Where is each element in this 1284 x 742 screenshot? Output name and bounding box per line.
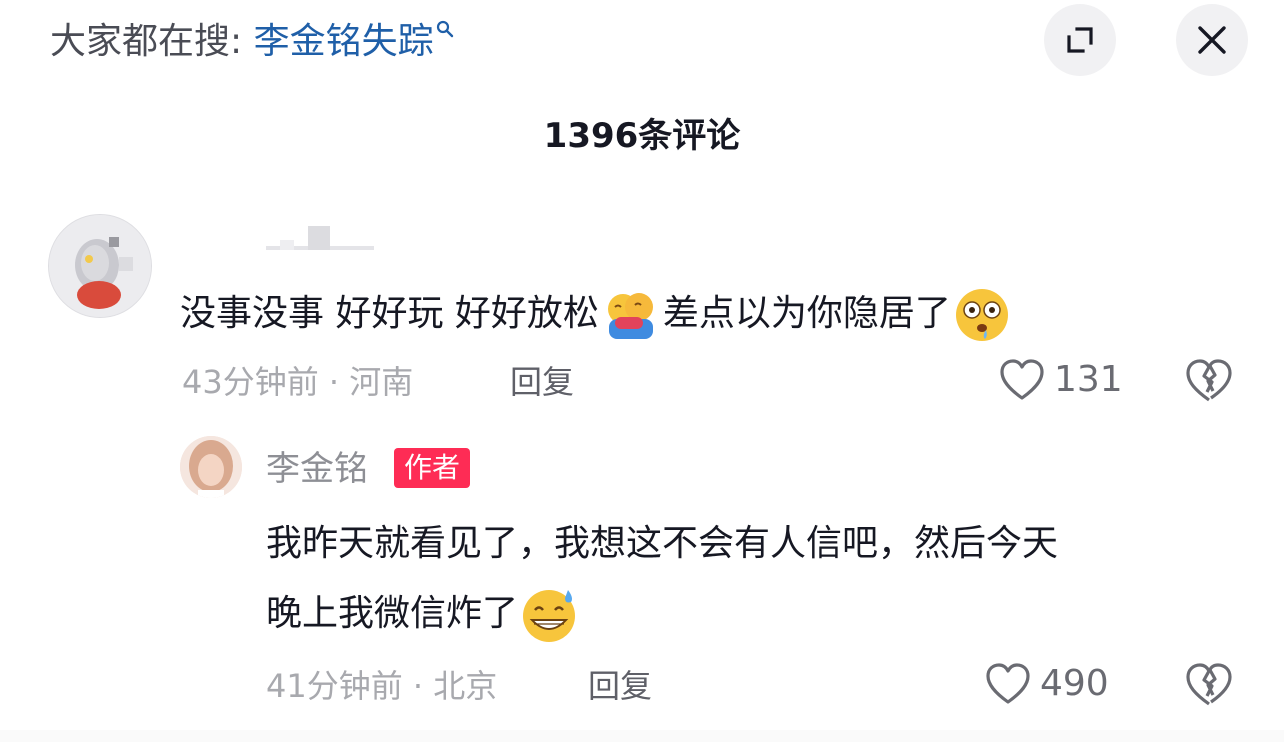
- search-suggestion-keyword[interactable]: 李金铭失踪: [254, 21, 434, 62]
- expand-button[interactable]: [1044, 4, 1116, 76]
- comment-count-title: 1396条评论: [543, 116, 741, 156]
- search-suggestion-prefix: 大家都在搜:: [50, 21, 254, 62]
- author-badge: 作者: [394, 448, 471, 488]
- reply-author-name[interactable]: 李金铭: [266, 446, 368, 492]
- close-button[interactable]: [1176, 4, 1248, 76]
- reply-text-line-2: 晚上我微信炸了: [266, 586, 582, 644]
- expand-icon: [1067, 27, 1093, 53]
- dislike-button-2[interactable]: [1184, 662, 1234, 712]
- dislike-button[interactable]: [1184, 358, 1234, 408]
- reply-text-line-2-text: 晚上我微信炸了: [266, 593, 519, 634]
- comment-meta: 43分钟前 · 河南: [182, 363, 414, 401]
- heart-icon: [1000, 359, 1044, 400]
- reply-text-line-1: 我昨天就看见了，我想这不会有人信吧，然后今天: [266, 523, 1059, 564]
- like-count-2: 490: [1040, 663, 1109, 704]
- comment-text-part-2: 差点以为你隐居了: [662, 293, 951, 334]
- author-avatar[interactable]: [180, 436, 242, 498]
- flushed-emoji-icon: [955, 289, 1008, 341]
- comment-text-part-1: 没事没事 好好玩 好好放松: [180, 293, 599, 334]
- broken-heart-icon: [1186, 663, 1232, 706]
- hug-emoji-icon: [607, 293, 653, 339]
- heart-icon: [986, 663, 1030, 704]
- close-icon: [1198, 26, 1226, 54]
- search-suggestion[interactable]: 大家都在搜: 李金铭失踪: [50, 18, 454, 66]
- blurred-username: [266, 226, 374, 250]
- top-bar: 大家都在搜: 李金铭失踪: [0, 0, 1284, 90]
- reply-button-2[interactable]: 回复: [588, 664, 652, 708]
- bottom-edge: [0, 730, 1284, 742]
- reply-meta: 41分钟前 · 北京: [266, 667, 498, 705]
- broken-heart-icon: [1186, 359, 1232, 402]
- like-button[interactable]: 131: [998, 358, 1123, 402]
- comment-text: 没事没事 好好玩 好好放松 差点以为你隐居了: [180, 286, 1013, 344]
- like-button-2[interactable]: 490: [984, 662, 1109, 706]
- search-icon: [436, 20, 453, 38]
- like-count: 131: [1054, 359, 1123, 400]
- grin-sweat-emoji-icon: [523, 590, 576, 642]
- reply-button[interactable]: 回复: [510, 360, 574, 404]
- commenter-avatar[interactable]: [48, 214, 152, 318]
